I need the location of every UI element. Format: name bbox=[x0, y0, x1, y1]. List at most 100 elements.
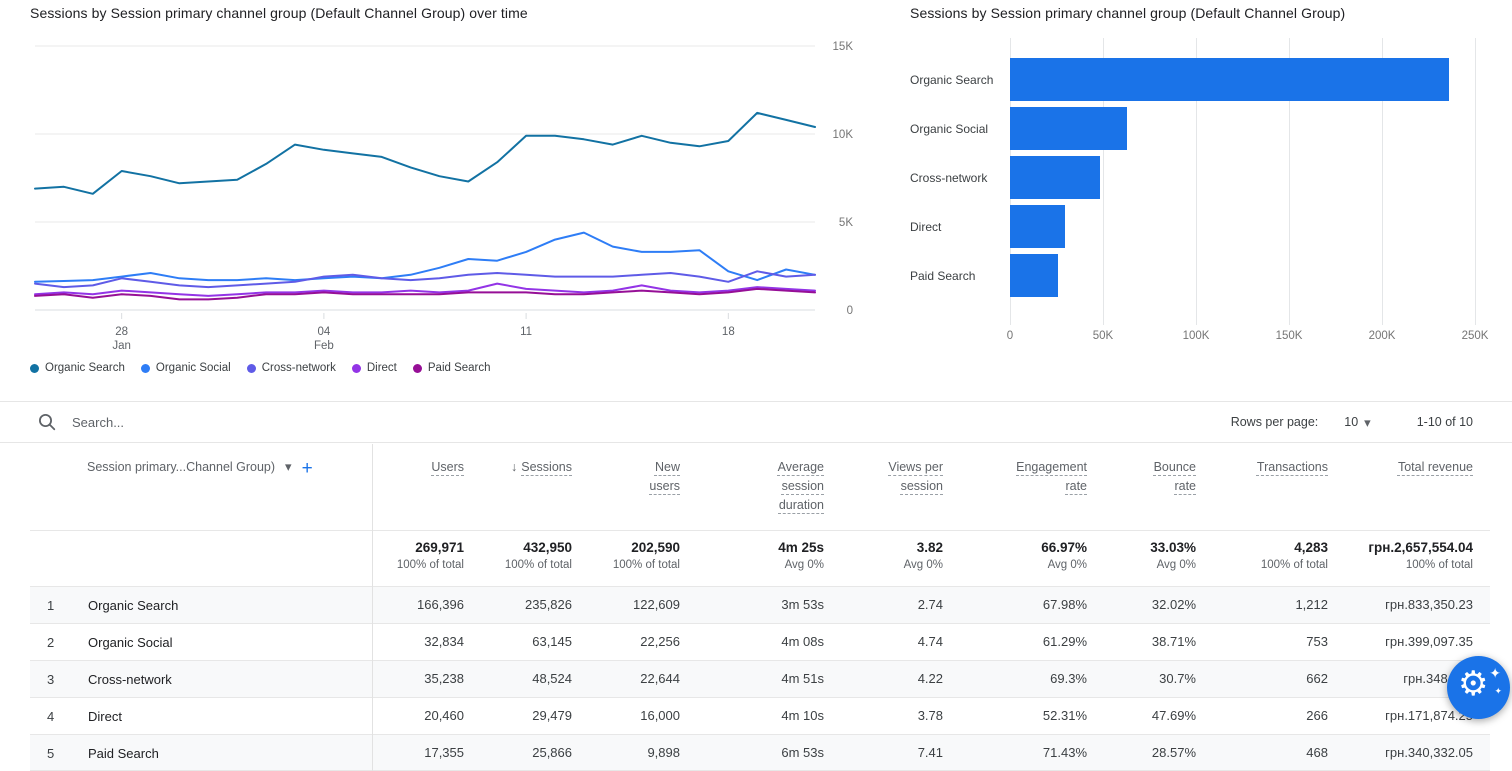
totals-value: 202,590 bbox=[572, 540, 680, 555]
x-axis-tick-label: 150K bbox=[1276, 330, 1303, 342]
totals-cell: 4,283100% of total bbox=[1196, 531, 1328, 586]
totals-cell: 432,950100% of total bbox=[464, 531, 572, 586]
row-metric-cell: 32.02% bbox=[1087, 587, 1196, 623]
chevron-down-icon: ▾ bbox=[1364, 416, 1371, 429]
column-divider bbox=[372, 444, 373, 771]
table-body: 1Organic Search166,396235,826122,6093m 5… bbox=[30, 586, 1490, 771]
totals-value: 269,971 bbox=[372, 540, 464, 555]
totals-cell: 33.03%Avg 0% bbox=[1087, 531, 1196, 586]
svg-text:10K: 10K bbox=[833, 129, 854, 141]
rows-per-page-value: 10 bbox=[1344, 415, 1358, 429]
totals-cell: 202,590100% of total bbox=[572, 531, 680, 586]
column-header-users[interactable]: Users bbox=[372, 444, 464, 530]
x-axis-tick-label: 200K bbox=[1369, 330, 1396, 342]
legend-item-organic-search: Organic Search bbox=[30, 362, 125, 374]
row-metric-cell: 52.31% bbox=[943, 698, 1087, 734]
row-metric-cell: 61.29% bbox=[943, 624, 1087, 660]
column-header-average-session-duration[interactable]: Average session duration bbox=[680, 444, 824, 530]
gear-sparkle-icon: ⚙ bbox=[1458, 667, 1488, 701]
bar-paid-search bbox=[1010, 254, 1058, 297]
row-metric-cell: 2.74 bbox=[824, 587, 943, 623]
row-metric-cell: 4.22 bbox=[824, 661, 943, 697]
row-metric-cell: 48,524 bbox=[464, 661, 572, 697]
svg-text:Jan: Jan bbox=[112, 340, 131, 352]
row-metric-cell: грн.340,332.05 bbox=[1328, 735, 1473, 771]
row-metric-cell: 662 bbox=[1196, 661, 1328, 697]
bar-organic-search bbox=[1010, 58, 1449, 101]
row-metric-cell: 9,898 bbox=[572, 735, 680, 771]
legend-label: Direct bbox=[367, 362, 397, 374]
add-dimension-button[interactable]: + bbox=[302, 460, 313, 477]
column-header-total-revenue[interactable]: Total revenue bbox=[1328, 444, 1473, 530]
row-dimension-cell: 3Cross-network bbox=[30, 661, 372, 697]
row-metric-cell: 20,460 bbox=[372, 698, 464, 734]
legend-dot bbox=[413, 364, 422, 373]
dimension-dropdown-icon[interactable]: ▾ bbox=[285, 460, 292, 473]
row-dimension-cell: 4Direct bbox=[30, 698, 372, 734]
table-header-row: Session primary...Channel Group) ▾ + Use… bbox=[30, 444, 1490, 530]
row-dimension-cell: 2Organic Social bbox=[30, 624, 372, 660]
ga4-report-page: Sessions by Session primary channel grou… bbox=[0, 0, 1512, 771]
customize-report-button[interactable]: ⚙ ✦ ✦ bbox=[1447, 656, 1510, 719]
bar-category-label: Organic Search bbox=[910, 73, 1010, 87]
legend-dot bbox=[30, 364, 39, 373]
row-metric-cell: 67.98% bbox=[943, 587, 1087, 623]
rows-per-page-select[interactable]: 10 ▾ bbox=[1344, 415, 1370, 429]
gridline bbox=[1475, 38, 1476, 325]
column-header-sessions[interactable]: ↓Sessions bbox=[464, 444, 572, 530]
row-number: 5 bbox=[30, 746, 88, 761]
column-header-label: Bounce rate bbox=[1154, 460, 1196, 493]
column-header-views-per-session[interactable]: Views per session bbox=[824, 444, 943, 530]
table-row-organic-search: 1Organic Search166,396235,826122,6093m 5… bbox=[30, 586, 1490, 623]
row-metric-cell: 6m 53s bbox=[680, 735, 824, 771]
row-metric-cell: 38.71% bbox=[1087, 624, 1196, 660]
column-header-label: New users bbox=[649, 460, 680, 493]
legend-dot bbox=[141, 364, 150, 373]
row-metric-cell: 266 bbox=[1196, 698, 1328, 734]
column-header-bounce-rate[interactable]: Bounce rate bbox=[1087, 444, 1196, 530]
x-axis-tick-label: 0 bbox=[1007, 330, 1013, 342]
row-channel-name: Cross-network bbox=[88, 672, 172, 687]
dimension-column-header[interactable]: Session primary...Channel Group) ▾ + bbox=[30, 444, 372, 530]
legend-label: Organic Social bbox=[156, 362, 231, 374]
totals-subtext: Avg 0% bbox=[943, 559, 1087, 571]
row-metric-cell: 753 bbox=[1196, 624, 1328, 660]
row-metric-cell: 22,256 bbox=[572, 624, 680, 660]
bar-direct bbox=[1010, 205, 1065, 248]
row-channel-name: Organic Social bbox=[88, 635, 173, 650]
row-channel-name: Direct bbox=[88, 709, 122, 724]
column-header-label: Average session duration bbox=[778, 460, 824, 512]
column-header-transactions[interactable]: Transactions bbox=[1196, 444, 1328, 530]
search-input[interactable] bbox=[72, 415, 492, 430]
table-toolbar: Rows per page: 10 ▾ 1-10 of 10 bbox=[0, 401, 1512, 443]
row-metric-cell: 235,826 bbox=[464, 587, 572, 623]
bar-row-direct: Direct bbox=[910, 202, 1475, 251]
bar-chart-title: Sessions by Session primary channel grou… bbox=[910, 5, 1345, 21]
bar-chart-bars: Organic SearchOrganic SocialCross-networ… bbox=[910, 55, 1475, 300]
totals-value: 432,950 bbox=[464, 540, 572, 555]
row-metric-cell: 3m 53s bbox=[680, 587, 824, 623]
svg-text:15K: 15K bbox=[833, 41, 854, 53]
bar-cross-network bbox=[1010, 156, 1100, 199]
totals-value: 3.82 bbox=[824, 540, 943, 555]
row-metric-cell: 4m 10s bbox=[680, 698, 824, 734]
column-header-new-users[interactable]: New users bbox=[572, 444, 680, 530]
bar-category-label: Direct bbox=[910, 220, 1010, 234]
row-metric-cell: 7.41 bbox=[824, 735, 943, 771]
column-header-engagement-rate[interactable]: Engagement rate bbox=[943, 444, 1087, 530]
column-header-label: Engagement rate bbox=[1016, 460, 1087, 493]
table-search[interactable] bbox=[38, 413, 1231, 431]
line-chart-title: Sessions by Session primary channel grou… bbox=[30, 5, 528, 21]
totals-subtext: Avg 0% bbox=[680, 559, 824, 571]
column-header-label: Sessions bbox=[521, 460, 572, 474]
row-metric-cell: 4m 08s bbox=[680, 624, 824, 660]
row-metric-cell: 28.57% bbox=[1087, 735, 1196, 771]
table-row-cross-network: 3Cross-network35,23848,52422,6444m 51s4.… bbox=[30, 660, 1490, 697]
row-dimension-cell: 1Organic Search bbox=[30, 587, 372, 623]
totals-value: 66.97% bbox=[943, 540, 1087, 555]
row-channel-name: Organic Search bbox=[88, 598, 178, 613]
column-header-label: Views per session bbox=[888, 460, 943, 493]
row-metric-cell: 69.3% bbox=[943, 661, 1087, 697]
row-metric-cell: 30.7% bbox=[1087, 661, 1196, 697]
row-metric-cell: 4m 51s bbox=[680, 661, 824, 697]
